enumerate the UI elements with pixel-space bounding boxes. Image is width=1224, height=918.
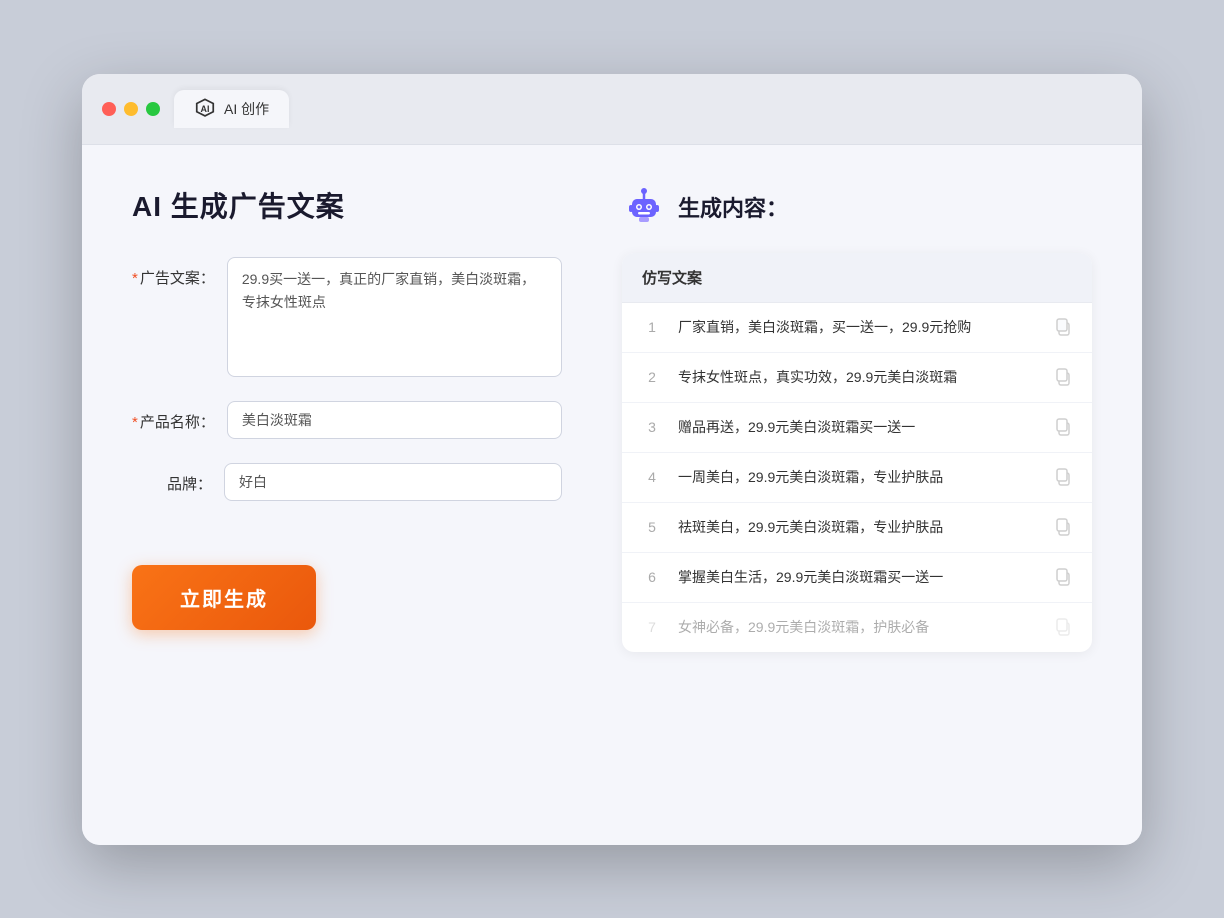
robot-icon: [622, 185, 666, 229]
ai-tab[interactable]: AI AI 创作: [174, 90, 289, 128]
row-text: 一周美白，29.9元美白淡斑霜，专业护肤品: [678, 467, 1038, 488]
close-button[interactable]: [102, 102, 116, 116]
ad-copy-group: *广告文案： 29.9买一送一，真正的厂家直销，美白淡斑霜，专抹女性斑点: [132, 257, 562, 377]
copy-icon[interactable]: [1054, 568, 1072, 586]
row-text: 女神必备，29.9元美白淡斑霜，护肤必备: [678, 617, 1038, 638]
row-text: 专抹女性斑点，真实功效，29.9元美白淡斑霜: [678, 367, 1038, 388]
title-bar: AI AI 创作: [82, 74, 1142, 145]
result-row: 3 赠品再送，29.9元美白淡斑霜买一送一: [622, 403, 1092, 453]
result-row: 4 一周美白，29.9元美白淡斑霜，专业护肤品: [622, 453, 1092, 503]
ai-tab-icon: AI: [194, 98, 216, 120]
brand-group: 品牌：: [132, 463, 562, 501]
svg-text:AI: AI: [201, 103, 210, 113]
content-area: AI 生成广告文案 *广告文案： 29.9买一送一，真正的厂家直销，美白淡斑霜，…: [82, 145, 1142, 845]
product-name-group: *产品名称：: [132, 401, 562, 439]
result-header: 生成内容：: [622, 185, 1092, 229]
required-star-ad: *: [132, 270, 138, 287]
row-text: 厂家直销，美白淡斑霜，买一送一，29.9元抢购: [678, 317, 1038, 338]
minimize-button[interactable]: [124, 102, 138, 116]
right-panel: 生成内容： 仿写文案 1 厂家直销，美白淡斑霜，买一送一，29.9元抢购 2 专…: [622, 185, 1092, 805]
ad-copy-label: *广告文案：: [132, 257, 215, 288]
maximize-button[interactable]: [146, 102, 160, 116]
browser-window: AI AI 创作 AI 生成广告文案 *广告文案： 29.9买一送一，真正的厂家…: [82, 74, 1142, 845]
row-number: 1: [642, 319, 662, 335]
result-row: 1 厂家直销，美白淡斑霜，买一送一，29.9元抢购: [622, 303, 1092, 353]
brand-input[interactable]: [224, 463, 562, 501]
row-number: 5: [642, 519, 662, 535]
copy-icon[interactable]: [1054, 318, 1072, 336]
window-controls: [102, 102, 160, 116]
row-text: 赠品再送，29.9元美白淡斑霜买一送一: [678, 417, 1038, 438]
copy-icon[interactable]: [1054, 418, 1072, 436]
copy-icon: [1054, 618, 1072, 636]
row-text: 祛斑美白，29.9元美白淡斑霜，专业护肤品: [678, 517, 1038, 538]
result-row-faded: 7 女神必备，29.9元美白淡斑霜，护肤必备: [622, 603, 1092, 652]
copy-icon[interactable]: [1054, 368, 1072, 386]
generate-button[interactable]: 立即生成: [132, 565, 316, 630]
result-row: 6 掌握美白生活，29.9元美白淡斑霜买一送一: [622, 553, 1092, 603]
copy-icon[interactable]: [1054, 468, 1072, 486]
table-header: 仿写文案: [622, 253, 1092, 303]
result-row: 2 专抹女性斑点，真实功效，29.9元美白淡斑霜: [622, 353, 1092, 403]
row-text: 掌握美白生活，29.9元美白淡斑霜买一送一: [678, 567, 1038, 588]
required-star-product: *: [132, 414, 138, 431]
product-name-input[interactable]: [227, 401, 562, 439]
copy-icon[interactable]: [1054, 518, 1072, 536]
row-number: 7: [642, 619, 662, 635]
brand-label: 品牌：: [132, 463, 212, 494]
product-name-label: *产品名称：: [132, 401, 215, 432]
row-number: 4: [642, 469, 662, 485]
row-number: 2: [642, 369, 662, 385]
tab-label: AI 创作: [224, 99, 269, 119]
page-title: AI 生成广告文案: [132, 185, 562, 225]
row-number: 3: [642, 419, 662, 435]
result-row: 5 祛斑美白，29.9元美白淡斑霜，专业护肤品: [622, 503, 1092, 553]
result-table: 仿写文案 1 厂家直销，美白淡斑霜，买一送一，29.9元抢购 2 专抹女性斑点，…: [622, 253, 1092, 652]
left-panel: AI 生成广告文案 *广告文案： 29.9买一送一，真正的厂家直销，美白淡斑霜，…: [132, 185, 562, 805]
row-number: 6: [642, 569, 662, 585]
ad-copy-input[interactable]: 29.9买一送一，真正的厂家直销，美白淡斑霜，专抹女性斑点: [227, 257, 562, 377]
result-title: 生成内容：: [678, 191, 788, 223]
